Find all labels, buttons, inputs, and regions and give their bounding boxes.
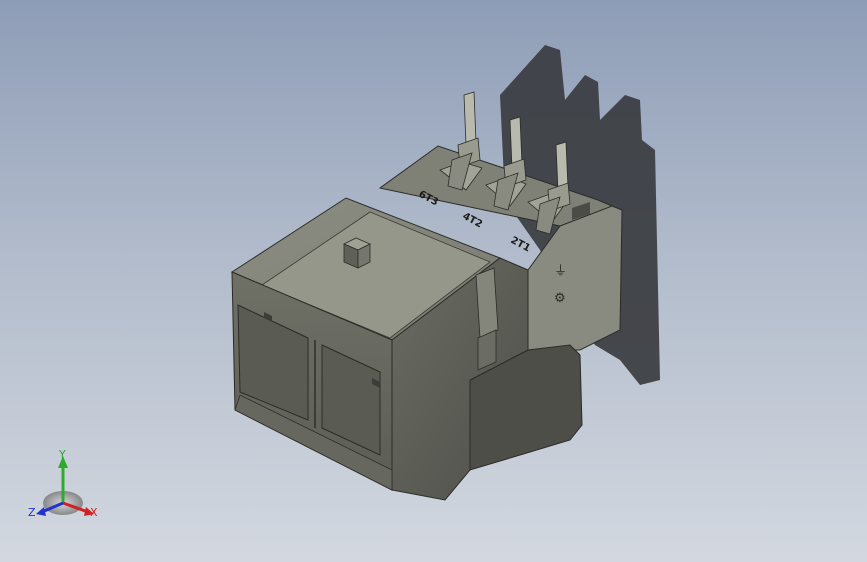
side-symbol: ⚙ [554,291,566,306]
side-symbol: ⏚ [554,264,567,279]
y-axis-label: Y [58,448,66,461]
axis-triad: Y X Z [28,448,98,519]
relay-model[interactable]: 6T3 4T2 2T1 ⏚ ⚙ [230,91,623,501]
graphics-viewport[interactable]: 6T3 4T2 2T1 ⏚ ⚙ Y X Z [0,0,867,562]
z-axis-label: Z [28,506,36,519]
side-clip [475,267,499,339]
x-axis-label: X [90,506,98,519]
z-axis-arrow-icon [36,507,46,516]
terminal-label: 4T2 [461,211,485,230]
terminal-label: 2T1 [509,235,533,254]
model-scene[interactable]: 6T3 4T2 2T1 ⏚ ⚙ Y X Z [0,0,867,562]
reset-button[interactable] [343,237,371,269]
